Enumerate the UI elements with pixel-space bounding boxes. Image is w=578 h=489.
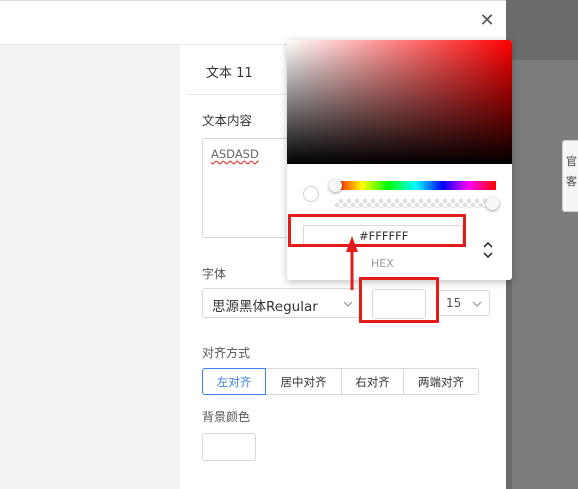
canvas-area [0,45,180,489]
chevron-down-icon [343,301,353,307]
align-center-button[interactable]: 居中对齐 [265,368,342,395]
text-content-label: 文本内容 [202,113,253,128]
text-content-value: ASDASD [211,147,259,161]
up-down-chevron-icon[interactable] [482,240,494,260]
dialog-header [0,0,506,44]
text-content-textarea[interactable]: ASDASD [202,138,294,238]
side-peek-card[interactable]: 官 客 [562,140,578,212]
panel-title: 文本 11 [206,66,253,81]
font-family-select[interactable]: 思源黑体Regular [202,288,360,318]
hex-mode-label: HEX [371,257,394,270]
bg-color-swatch[interactable] [202,433,256,461]
saturation-value-area[interactable] [287,40,512,164]
align-button-group: 左对齐 居中对齐 右对齐 两端对齐 [202,368,479,395]
font-size-value: 15 [446,296,462,310]
annotation-box-swatch [359,277,439,323]
side-peek-glyph-1: 官 [566,155,577,168]
side-peek-glyph-2: 客 [566,175,577,188]
font-label: 字体 [202,267,227,281]
hue-slider-thumb[interactable] [329,179,342,192]
alpha-slider[interactable] [335,199,496,208]
font-family-value: 思源黑体Regular [212,299,318,315]
chevron-down-icon [472,301,482,307]
annotation-box-hex [288,214,466,247]
annotation-arrow [346,236,358,290]
align-label: 对齐方式 [202,346,251,360]
font-size-select[interactable]: 15 [438,290,490,316]
align-right-button[interactable]: 右对齐 [341,368,404,395]
hue-slider[interactable] [335,181,496,190]
alpha-slider-thumb[interactable] [486,197,499,210]
bg-color-label: 背景颜色 [202,410,251,424]
align-left-button[interactable]: 左对齐 [202,368,266,395]
align-justify-button[interactable]: 两端对齐 [403,368,479,395]
color-preview [303,186,319,202]
close-icon[interactable]: ✕ [478,12,496,30]
modal-overlay-inner [512,60,578,489]
